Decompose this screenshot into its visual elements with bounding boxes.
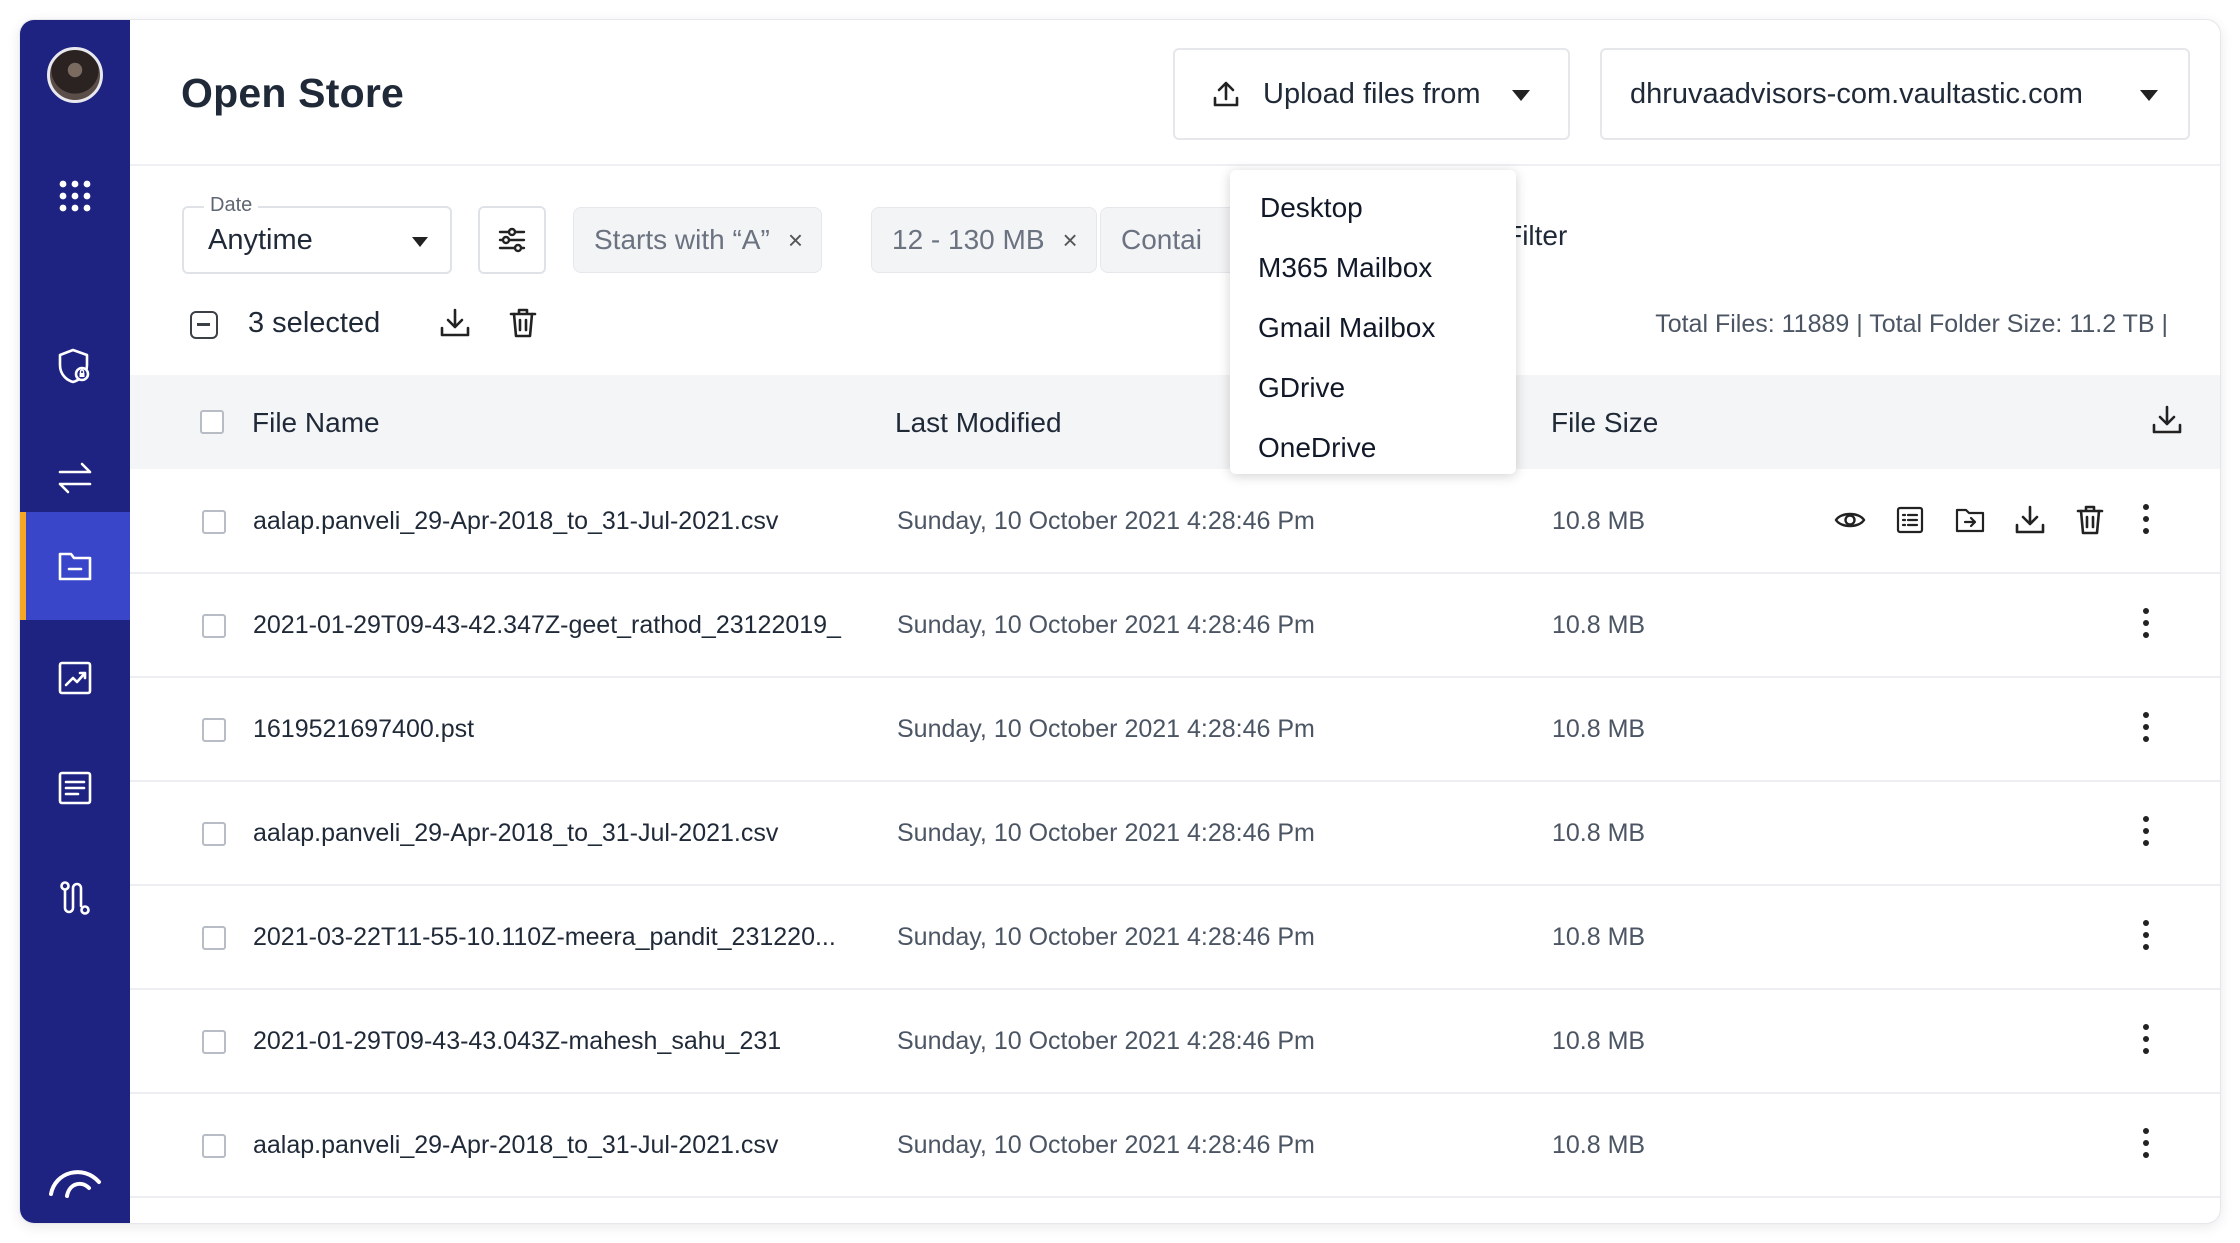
workflow-icon[interactable] xyxy=(20,844,130,952)
more-options-icon[interactable] xyxy=(2136,1128,2156,1164)
more-options-icon[interactable] xyxy=(2136,920,2156,956)
row-checkbox[interactable] xyxy=(202,926,226,950)
chevron-down-icon xyxy=(2140,90,2158,101)
app-window: Open Store Upload files from dhruvaadvis… xyxy=(20,20,2220,1223)
row-checkbox[interactable] xyxy=(202,510,226,534)
apps-grid-icon[interactable] xyxy=(20,142,130,250)
table-header: File Name Last Modified File Size xyxy=(130,375,2220,469)
last-modified: Sunday, 10 October 2021 4:28:46 Pm xyxy=(897,507,1315,536)
deselect-all-checkbox[interactable] xyxy=(190,311,218,339)
chip-label: 12 - 130 MB xyxy=(892,224,1045,256)
table-row[interactable]: 2021-01-29T09-43-42.347Z-geet_rathod_231… xyxy=(130,574,2220,678)
row-checkbox[interactable] xyxy=(202,614,226,638)
filter-chip-contains[interactable]: Contai xyxy=(1100,207,1240,273)
move-to-folder-icon[interactable] xyxy=(1950,500,1990,540)
table-row[interactable]: 2021-03-22T11-55-10.110Z-meera_pandit_23… xyxy=(130,886,2220,990)
file-name[interactable]: aalap.panveli_29-Apr-2018_to_31-Jul-2021… xyxy=(253,507,778,536)
filter-chip-size-range[interactable]: 12 - 130 MB × xyxy=(871,207,1097,273)
file-size: 10.8 MB xyxy=(1552,507,1645,536)
avatar[interactable] xyxy=(47,47,103,103)
file-size: 10.8 MB xyxy=(1552,611,1645,640)
more-options-icon[interactable] xyxy=(2136,1024,2156,1060)
more-options-icon[interactable] xyxy=(2136,504,2156,540)
domain-label: dhruvaadvisors-com.vaultastic.com xyxy=(1630,78,2083,111)
table-row[interactable]: 1619521697400.pst Sunday, 10 October 202… xyxy=(130,678,2220,782)
column-header-file-name[interactable]: File Name xyxy=(252,407,380,439)
menu-item-onedrive[interactable]: OneDrive xyxy=(1230,418,1516,478)
file-size: 10.8 MB xyxy=(1552,715,1645,744)
date-filter-select[interactable]: Date Anytime xyxy=(182,206,452,274)
file-size: 10.8 MB xyxy=(1552,1027,1645,1056)
file-size: 10.8 MB xyxy=(1552,819,1645,848)
upload-icon xyxy=(1211,79,1241,109)
close-icon[interactable]: × xyxy=(788,225,803,256)
menu-item-m365-mailbox[interactable]: M365 Mailbox xyxy=(1230,238,1516,298)
page-header: Open Store Upload files from dhruvaadvis… xyxy=(130,20,2220,166)
chip-label: Starts with “A” xyxy=(594,224,770,256)
menu-item-gdrive[interactable]: GDrive xyxy=(1230,358,1516,418)
table-row[interactable]: aalap.panveli_29-Apr-2018_to_31-Jul-2021… xyxy=(130,1094,2220,1198)
eye-icon[interactable] xyxy=(1830,500,1870,540)
filter-chip-starts-with[interactable]: Starts with “A” × xyxy=(573,207,822,273)
download-all-icon[interactable] xyxy=(2150,403,2184,442)
chevron-down-icon xyxy=(1512,90,1530,101)
table-row[interactable]: 2021-01-29T09-43-43.043Z-mahesh_sahu_231… xyxy=(130,990,2220,1094)
analytics-icon[interactable] xyxy=(20,624,130,732)
file-name[interactable]: 1619521697400.pst xyxy=(253,715,474,744)
download-icon[interactable] xyxy=(2010,500,2050,540)
more-options-icon[interactable] xyxy=(2136,816,2156,852)
close-icon[interactable]: × xyxy=(1063,225,1078,256)
row-checkbox[interactable] xyxy=(202,1030,226,1054)
row-checkbox[interactable] xyxy=(202,822,226,846)
sliders-icon xyxy=(496,224,528,256)
last-modified: Sunday, 10 October 2021 4:28:46 Pm xyxy=(897,611,1315,640)
details-list-icon[interactable] xyxy=(1890,500,1930,540)
download-selected-icon[interactable] xyxy=(438,306,472,345)
last-modified: Sunday, 10 October 2021 4:28:46 Pm xyxy=(897,819,1315,848)
row-checkbox[interactable] xyxy=(202,1134,226,1158)
more-options-icon[interactable] xyxy=(2136,712,2156,748)
chip-label: Contai xyxy=(1121,224,1202,256)
column-header-last-modified[interactable]: Last Modified xyxy=(895,407,1062,439)
file-name[interactable]: 2021-01-29T09-43-42.347Z-geet_rathod_231… xyxy=(253,611,841,640)
row-checkbox[interactable] xyxy=(202,718,226,742)
chevron-down-icon xyxy=(412,237,428,247)
file-name[interactable]: 2021-03-22T11-55-10.110Z-meera_pandit_23… xyxy=(253,923,836,952)
more-options-icon[interactable] xyxy=(2136,608,2156,644)
date-filter-legend: Date xyxy=(204,194,258,217)
sidebar xyxy=(20,20,130,1223)
file-name[interactable]: aalap.panveli_29-Apr-2018_to_31-Jul-2021… xyxy=(253,1131,778,1160)
last-modified: Sunday, 10 October 2021 4:28:46 Pm xyxy=(897,715,1315,744)
last-modified: Sunday, 10 October 2021 4:28:46 Pm xyxy=(897,923,1315,952)
brand-logo-icon xyxy=(20,1140,130,1220)
file-size: 10.8 MB xyxy=(1552,923,1645,952)
last-modified: Sunday, 10 October 2021 4:28:46 Pm xyxy=(897,1131,1315,1160)
file-size: 10.8 MB xyxy=(1552,1131,1645,1160)
shield-lock-icon[interactable] xyxy=(20,312,130,420)
date-filter-value: Anytime xyxy=(208,224,313,257)
trash-icon[interactable] xyxy=(2070,500,2110,540)
upload-label: Upload files from xyxy=(1263,78,1481,111)
upload-source-menu: Desktop M365 Mailbox Gmail Mailbox GDriv… xyxy=(1230,170,1516,474)
select-all-checkbox[interactable] xyxy=(200,410,224,434)
table-row[interactable]: aalap.panveli_29-Apr-2018_to_31-Jul-2021… xyxy=(130,470,2220,574)
upload-files-dropdown[interactable]: Upload files from xyxy=(1173,48,1570,140)
domain-select[interactable]: dhruvaadvisors-com.vaultastic.com xyxy=(1600,48,2190,140)
last-modified: Sunday, 10 October 2021 4:28:46 Pm xyxy=(897,1027,1315,1056)
folder-icon[interactable] xyxy=(20,512,130,620)
selected-count: 3 selected xyxy=(248,307,380,340)
page-title: Open Store xyxy=(181,70,404,117)
storage-totals: Total Files: 11889 | Total Folder Size: … xyxy=(1655,310,2168,339)
column-header-file-size[interactable]: File Size xyxy=(1551,407,1658,439)
file-name[interactable]: aalap.panveli_29-Apr-2018_to_31-Jul-2021… xyxy=(253,819,778,848)
file-name[interactable]: 2021-01-29T09-43-43.043Z-mahesh_sahu_231 xyxy=(253,1027,781,1056)
menu-item-desktop[interactable]: Desktop xyxy=(1230,178,1516,238)
reports-icon[interactable] xyxy=(20,734,130,842)
table-row[interactable]: aalap.panveli_29-Apr-2018_to_31-Jul-2021… xyxy=(130,782,2220,886)
delete-selected-icon[interactable] xyxy=(506,306,540,345)
advanced-filter-button[interactable] xyxy=(478,206,546,274)
menu-item-gmail-mailbox[interactable]: Gmail Mailbox xyxy=(1230,298,1516,358)
